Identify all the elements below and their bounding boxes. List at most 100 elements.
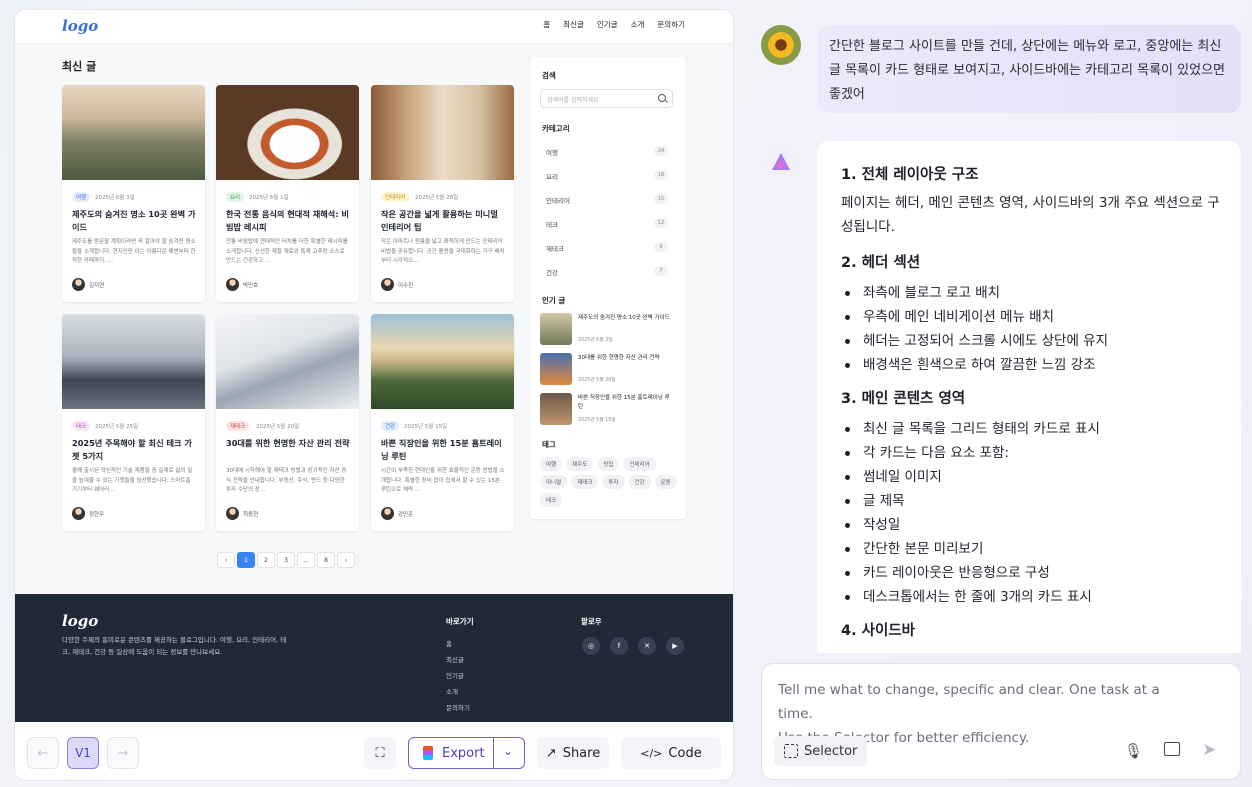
post-date: 2025년 5월 25일: [95, 424, 139, 430]
list-item: 작성일: [844, 513, 900, 537]
post-card[interactable]: 요리 2025년 6월 1일 한국 전통 음식의 현대적 재해석: 비빔밥 레시…: [216, 85, 359, 302]
page-8[interactable]: 8: [317, 552, 335, 568]
instagram-icon[interactable]: ◎: [582, 637, 600, 655]
category-item[interactable]: 인테리어 15: [546, 194, 668, 205]
nav-about[interactable]: 소개: [631, 19, 645, 30]
nav-latest[interactable]: 최신글: [563, 19, 584, 30]
category-item[interactable]: 건강 7: [546, 266, 668, 277]
post-card[interactable]: 테크 2025년 5월 25일 2025년 주목해야 할 최신 테크 가젯 5가…: [62, 314, 205, 531]
category-badge: 여행: [72, 192, 91, 202]
post-card[interactable]: 재테크 2025년 5월 20일 30대를 위한 현명한 자산 관리 전략 30…: [216, 314, 359, 531]
post-title[interactable]: 제주도의 숨겨진 명소 10곳 완벽 가이드: [72, 208, 197, 234]
popular-post[interactable]: 바쁜 직장인을 위한 15분 홈트레이닝 루틴 2025년 5월 15일: [540, 393, 680, 425]
post-author: 최동현: [226, 507, 258, 520]
microphone-icon[interactable]: 🎙: [1124, 742, 1143, 760]
fullscreen-icon[interactable]: ⛶: [364, 737, 396, 769]
youtube-icon[interactable]: ▶: [666, 637, 684, 655]
image-icon[interactable]: [1164, 742, 1180, 756]
preview-panel: logo 홈 최신글 인기글 소개 문의하기 최신 글 여행 2025년 6월 …: [15, 10, 733, 780]
post-title[interactable]: 2025년 주목해야 할 최신 테크 가젯 5가지: [72, 437, 197, 463]
tag[interactable]: 재테크: [571, 475, 599, 489]
user-avatar: [761, 25, 801, 65]
nav-popular[interactable]: 인기글: [597, 19, 618, 30]
category-item[interactable]: 요리 18: [546, 170, 668, 181]
avatar: [381, 507, 394, 520]
popular-post[interactable]: 30대를 위한 현명한 자산 관리 전략 2025년 5월 20일: [540, 353, 680, 385]
post-card[interactable]: 여행 2025년 6월 3일 제주도의 숨겨진 명소 10곳 완벽 가이드 제주…: [62, 85, 205, 302]
tag[interactable]: 운동: [654, 475, 677, 489]
search-input[interactable]: 검색어를 입력하세요: [540, 89, 673, 108]
avatar: [72, 278, 85, 291]
tag[interactable]: 미니멀: [540, 475, 568, 489]
facebook-icon[interactable]: f: [610, 637, 628, 655]
page-prev[interactable]: ‹: [217, 552, 235, 568]
category-item[interactable]: 재테크 9: [546, 242, 668, 253]
category-badge: 재테크: [226, 421, 250, 431]
popular-thumbnail: [540, 393, 572, 425]
back-arrow-button[interactable]: ←: [27, 737, 59, 769]
page-2[interactable]: 2: [257, 552, 275, 568]
category-item[interactable]: 테크 12: [546, 218, 668, 229]
footer-links-title: 바로가기: [446, 617, 474, 626]
category-badge: 인테리어: [381, 192, 410, 202]
footer-link-contact[interactable]: 문의하기: [446, 702, 470, 712]
footer-link-popular[interactable]: 인기글: [446, 670, 464, 680]
tag[interactable]: 인테리어: [623, 457, 656, 471]
page-3[interactable]: 3: [277, 552, 295, 568]
popular-post[interactable]: 제주도의 숨겨진 명소 10곳 완벽 가이드 2025년 6월 3일: [540, 313, 680, 345]
tag[interactable]: 맛집: [597, 457, 620, 471]
page-1[interactable]: 1: [237, 552, 255, 568]
x-icon[interactable]: ✕: [638, 637, 656, 655]
footer-link-home[interactable]: 홈: [446, 638, 452, 648]
chat-input[interactable]: Tell me what to change, specific and cle…: [761, 663, 1241, 780]
list-item: 썸네일 이미지: [845, 465, 942, 489]
post-thumbnail: [62, 85, 205, 180]
search-icon[interactable]: [658, 94, 666, 102]
code-button[interactable]: </> Code: [621, 737, 721, 769]
page-next[interactable]: ›: [337, 552, 355, 568]
post-card[interactable]: 건강 2025년 5월 15일 바쁜 직장인을 위한 15분 홈트레이닝 루틴 …: [371, 314, 514, 531]
share-button[interactable]: ↗ Share: [537, 737, 609, 769]
tag[interactable]: 건강: [628, 475, 651, 489]
category-title: 카테고리: [542, 124, 570, 133]
forward-arrow-button[interactable]: →: [107, 737, 139, 769]
category-item[interactable]: 여행 24: [546, 146, 668, 157]
post-title[interactable]: 바쁜 직장인을 위한 15분 홈트레이닝 루틴: [381, 437, 506, 463]
code-icon: </>: [640, 746, 663, 760]
site-nav: 홈 최신글 인기글 소개 문의하기: [543, 19, 685, 30]
post-thumbnail: [62, 314, 205, 409]
footer-link-latest[interactable]: 최신글: [446, 654, 464, 664]
chevron-down-icon[interactable]: ⌄: [503, 744, 513, 758]
post-title[interactable]: 한국 전통 음식의 현대적 재해석: 비빔밥 레시피: [226, 208, 351, 234]
footer-follow-title: 팔로우: [581, 617, 602, 626]
tag[interactable]: 테크: [540, 493, 563, 507]
version-badge[interactable]: V1: [67, 737, 99, 769]
post-author: 김지연: [72, 278, 104, 291]
tag[interactable]: 여행: [540, 457, 563, 471]
post-thumbnail: [216, 314, 359, 409]
tag[interactable]: 투자: [602, 475, 625, 489]
post-date: 2025년 5월 20일: [256, 424, 300, 430]
footer-description: 다양한 주제의 흥미로운 콘텐츠를 제공하는 블로그입니다. 여행, 요리, 인…: [62, 636, 287, 656]
post-title[interactable]: 작은 공간을 넓게 활용하는 미니멀 인테리어 팁: [381, 208, 506, 234]
post-title[interactable]: 30대를 위한 현명한 자산 관리 전략: [226, 437, 351, 450]
tag[interactable]: 제주도: [566, 457, 594, 471]
selector-button[interactable]: Selector: [774, 736, 868, 766]
user-message: 간단한 블로그 사이트를 만들 건데, 상단에는 메뉴와 로고, 중앙에는 최신…: [817, 25, 1241, 113]
nav-contact[interactable]: 문의하기: [657, 19, 685, 30]
popular-title: 인기 글: [542, 296, 566, 305]
list-item: 간단한 본문 미리보기: [844, 537, 983, 561]
tag-list: 여행 제주도 맛집 인테리어 미니멀 재테크 투자 건강 운동 테크: [540, 457, 680, 507]
footer-link-about[interactable]: 소개: [446, 686, 458, 696]
category-badge: 요리: [226, 192, 245, 202]
assistant-logo-icon: [762, 143, 800, 181]
list-item: 헤더는 고정되어 스크롤 시에도 상단에 유지: [844, 329, 1108, 353]
post-date: 2025년 6월 1일: [249, 195, 289, 201]
site-logo[interactable]: logo: [62, 17, 98, 35]
export-button[interactable]: Export ⌄: [408, 737, 525, 769]
list-item: 배경색은 흰색으로 하여 깔끔한 느낌 강조: [845, 353, 1096, 377]
post-card[interactable]: 인테리어 2025년 5월 28일 작은 공간을 넓게 활용하는 미니멀 인테리…: [371, 85, 514, 302]
nav-home[interactable]: 홈: [543, 19, 550, 30]
site-header: logo 홈 최신글 인기글 소개 문의하기: [15, 10, 733, 44]
send-icon[interactable]: ➤: [1202, 740, 1216, 760]
